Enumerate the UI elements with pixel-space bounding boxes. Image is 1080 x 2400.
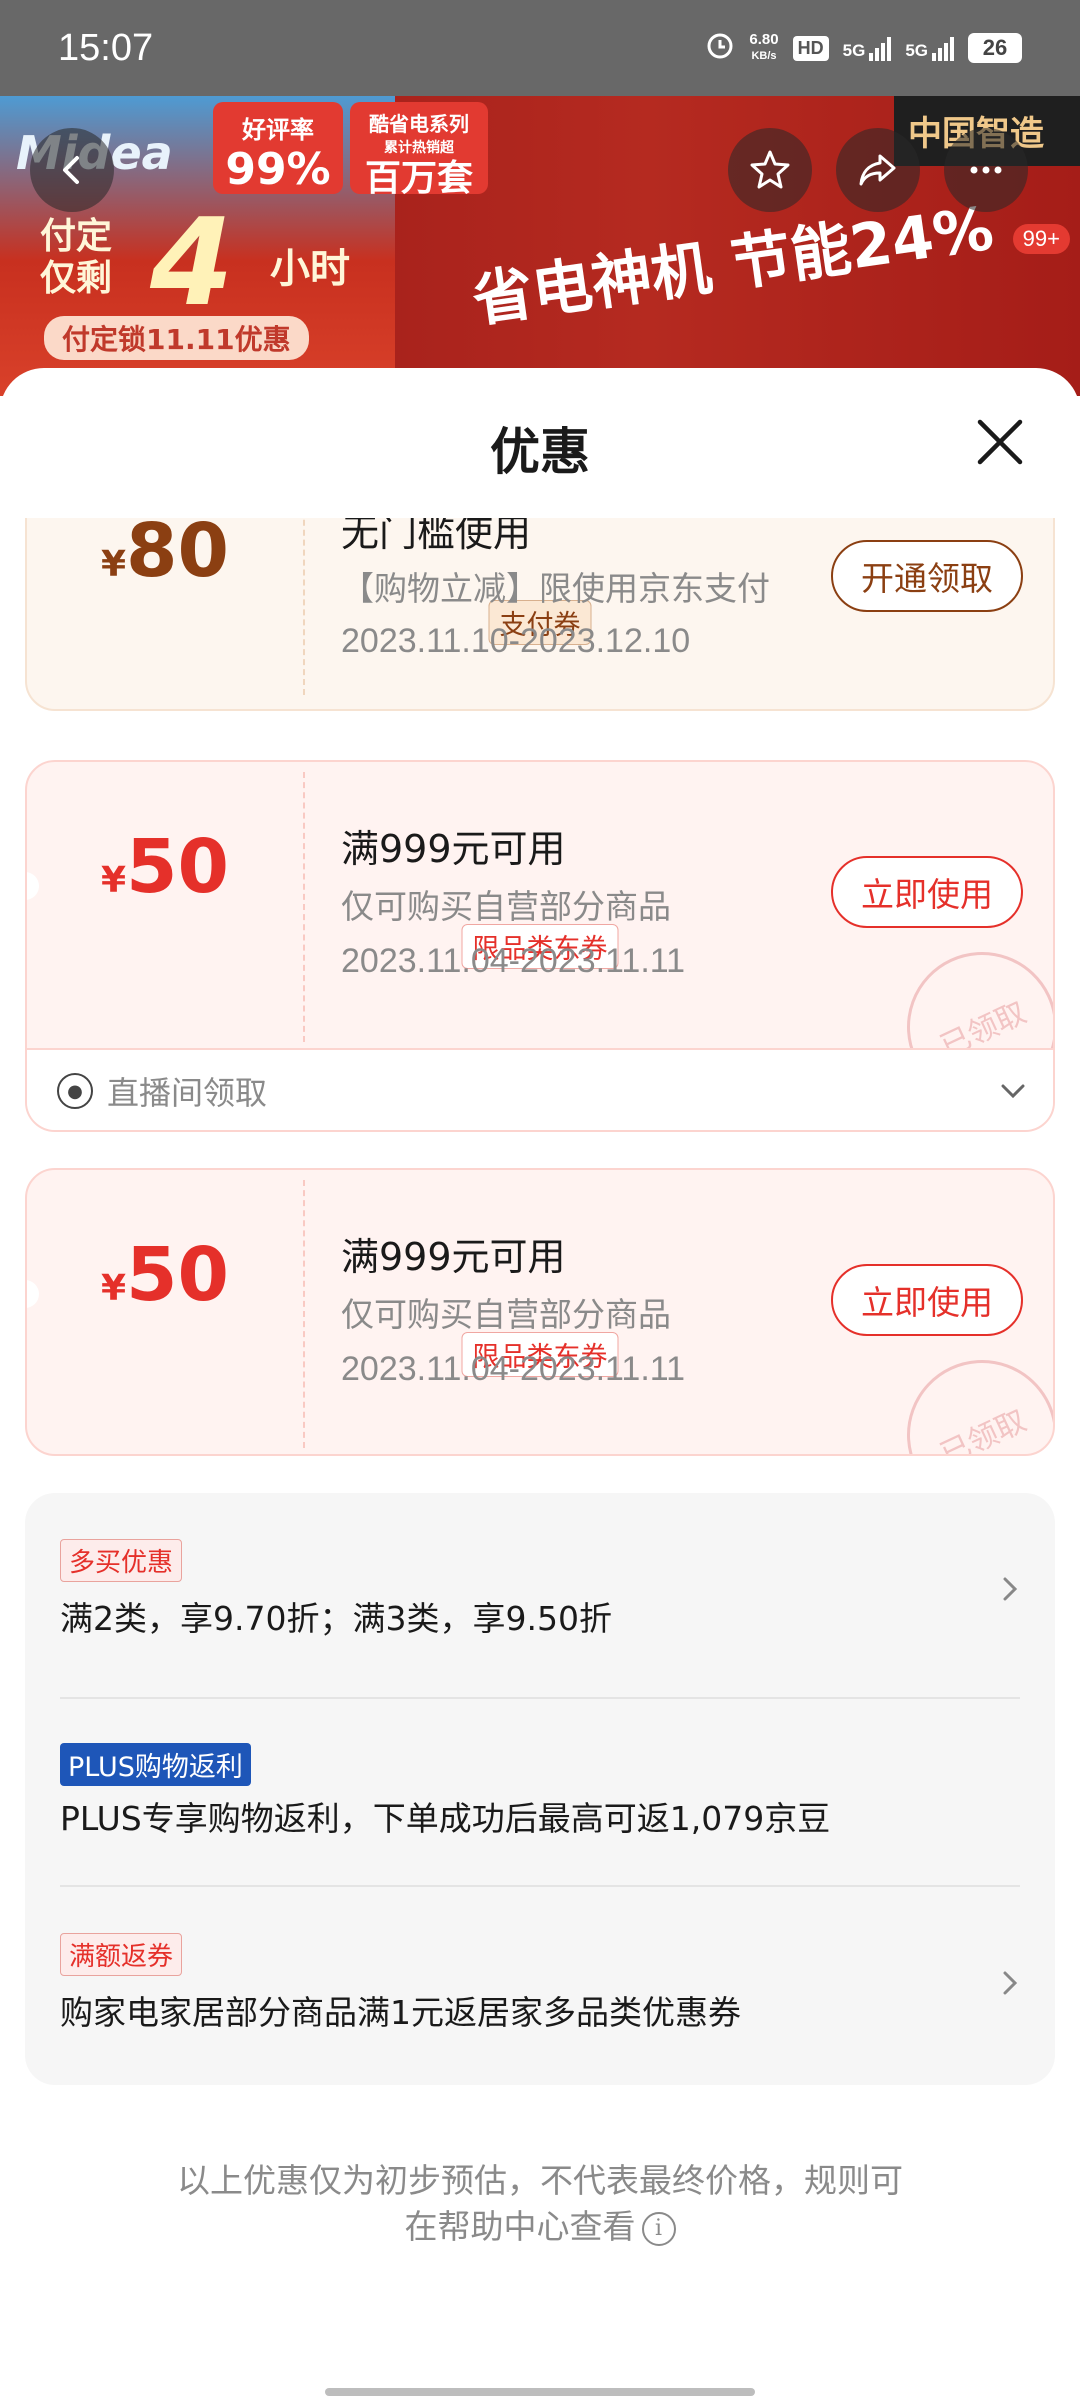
plus-tag: PLUS购物返利: [60, 1743, 251, 1786]
share-icon: [859, 154, 896, 186]
more-button[interactable]: [944, 128, 1028, 212]
network-speed: 6.80 KB/s: [749, 31, 779, 63]
status-time: 15:07: [58, 26, 154, 69]
promotions-panel: 多买优惠 满2类，享9.70折；满3类，享9.50折 PLUS购物返利 PLUS…: [25, 1493, 1055, 2085]
coupon-date: 2023.11.04-2023.11.11: [341, 1350, 686, 1388]
coupon-card: ¥50 限品类东券 满999元可用 仅可购买自营部分商品 2023.11.04-…: [25, 760, 1055, 1132]
promo-tag: 多买优惠: [60, 1539, 183, 1582]
use-now-button[interactable]: 立即使用: [831, 856, 1023, 928]
coupon-desc: 仅可购买自营部分商品: [341, 887, 671, 926]
product-banner: Midea 好评率 99% 酷省电系列 累计热销超 百万套 付定仅剩 4 小时 …: [0, 96, 1080, 396]
coupon-card: ¥50 限品类东券 满999元可用 仅可购买自营部分商品 2023.11.04-…: [25, 1168, 1055, 1456]
promo-divider: [60, 1697, 1020, 1699]
more-dots-icon: [970, 166, 1002, 174]
chevron-right-icon: [1000, 1967, 1020, 2008]
banner-slogan: 省电神机 节能24%: [468, 193, 998, 337]
activate-claim-button[interactable]: 开通领取: [831, 540, 1023, 612]
promo-multi-buy[interactable]: 多买优惠 满2类，享9.70折；满3类，享9.50折: [60, 1539, 1020, 1640]
promo-coupon-return[interactable]: 满额返券 购家电家居部分商品满1元返居家多品类优惠券: [60, 1933, 1020, 2034]
chevron-right-icon: [1000, 1573, 1020, 1614]
disclaimer-line1: 以上优惠仅为初步预估，不代表最终价格，规则可: [177, 2161, 903, 2200]
battery-icon: 26: [968, 33, 1022, 63]
signal-bars-icon: [932, 35, 954, 61]
promo-plus-rebate: PLUS购物返利 PLUS专享购物返利，下单成功后最高可返1,079京豆: [60, 1743, 1020, 1840]
star-icon: [750, 150, 790, 189]
signal-bars-icon: [869, 35, 892, 61]
coupon-divider: [303, 1180, 305, 1448]
coupon-amount: ¥50: [100, 824, 230, 910]
message-count-badge: 99+: [1012, 224, 1070, 254]
promo-divider: [60, 1885, 1020, 1887]
home-indicator[interactable]: [325, 2388, 755, 2396]
coupon-title: 满999元可用: [341, 827, 566, 871]
promo-text: 满2类，享9.70折；满3类，享9.50折: [60, 1599, 612, 1638]
status-bar: 15:07 6.80 KB/s HD 5G 5G 26: [0, 0, 1080, 96]
signal-5g-1: 5G: [843, 35, 892, 61]
coupon-divider: [303, 772, 305, 1042]
coupon-divider: [303, 518, 305, 695]
countdown-promo: 付定 仅剩 4 小时 付定锁11.11优惠: [10, 194, 370, 366]
coupon-source-row[interactable]: ● 直播间领取: [27, 1048, 1053, 1130]
promo-tag: 满额返券: [60, 1933, 183, 1976]
coupon-amount: ¥50: [100, 1232, 230, 1318]
info-icon[interactable]: i: [641, 2211, 676, 2246]
coupon-title: 无门槛使用: [341, 518, 532, 555]
coupon-desc: 【购物立减】限使用京东支付: [341, 569, 770, 608]
alarm-icon: [705, 30, 735, 66]
rating-tag: 好评率 99%: [213, 102, 343, 195]
hd-voice-icon: HD: [792, 35, 829, 61]
status-icons: 6.80 KB/s HD 5G 5G 26: [705, 30, 1022, 66]
coupon-card: ¥80 支付券 无门槛使用 【购物立减】限使用京东支付 2023.11.10-2…: [25, 518, 1055, 711]
disclaimer: 以上优惠仅为初步预估，不代表最终价格，规则可 在帮助中心查看 i: [0, 2158, 1080, 2250]
use-now-button[interactable]: 立即使用: [831, 1264, 1023, 1336]
promo-text: 购家电家居部分商品满1元返居家多品类优惠券: [60, 1993, 741, 2032]
chevron-left-icon: [63, 156, 79, 184]
coupon-source-label: 直播间领取: [107, 1074, 268, 1112]
promo-text: PLUS专享购物返利，下单成功后最高可返1,079京豆: [60, 1799, 831, 1838]
favorite-button[interactable]: [728, 128, 812, 212]
discount-sheet: 优惠 ¥80 支付券 无门槛使用 【购物立减】限使用京东支付 2023.11.1…: [0, 368, 1080, 2400]
claimed-stamp: 已领取: [882, 1335, 1053, 1454]
close-icon[interactable]: [972, 414, 1028, 470]
coupon-date: 2023.11.04-2023.11.11: [341, 942, 686, 980]
coupon-title: 满999元可用: [341, 1235, 566, 1279]
coupon-desc: 仅可购买自营部分商品: [341, 1295, 671, 1334]
coupon-date: 2023.11.10-2023.12.10: [341, 622, 691, 660]
series-tag: 酷省电系列 累计热销超 百万套: [350, 102, 488, 199]
share-button[interactable]: [836, 128, 920, 212]
disclaimer-line2: 在帮助中心查看 i: [0, 2204, 1080, 2250]
back-button[interactable]: [30, 128, 114, 212]
signal-5g-2: 5G: [905, 35, 954, 61]
live-ticket-icon: ●: [57, 1073, 93, 1109]
coupon-amount: ¥80: [100, 518, 230, 594]
sheet-title: 优惠: [490, 423, 590, 481]
chevron-down-icon: [999, 1075, 1027, 1108]
